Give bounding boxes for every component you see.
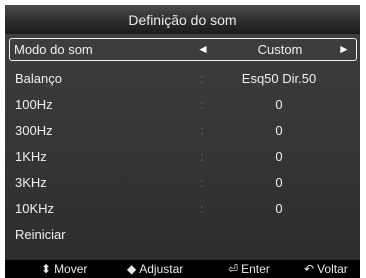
eq-100hz-value: 0	[275, 97, 283, 112]
hint-back: ↶ Voltar	[304, 262, 348, 276]
eq-100hz-label: 100Hz	[15, 97, 53, 112]
sound-settings-menu: Definição do som Modo do som ◄ Custom ► …	[5, 5, 360, 278]
balance-row[interactable]: Balanço : Esq50 Dir.50	[9, 67, 357, 90]
balance-value: Esq50 Dir.50	[241, 71, 317, 86]
eq-1khz-label: 1KHz	[15, 149, 47, 164]
eq-3khz-value: 0	[275, 175, 283, 190]
hint-enter: ⏎ Enter	[228, 262, 270, 276]
hint-adjust-label: Adjustar	[139, 262, 184, 276]
separator: :	[200, 149, 204, 164]
hint-enter-label: Enter	[241, 262, 270, 276]
reset-row[interactable]: Reiniciar	[9, 223, 357, 246]
sound-mode-value: Custom	[257, 42, 303, 57]
eq-100hz-row[interactable]: 100Hz : 0	[9, 93, 357, 116]
eq-10khz-value: 0	[275, 201, 283, 216]
eq-300hz-row[interactable]: 300Hz : 0	[9, 119, 357, 142]
eq-3khz-row[interactable]: 3KHz : 0	[9, 171, 357, 194]
hint-move-label: Mover	[54, 262, 88, 276]
enter-icon: ⏎	[228, 262, 239, 276]
sound-mode-row[interactable]: Modo do som ◄ Custom ►	[9, 38, 357, 61]
separator: :	[200, 97, 204, 112]
separator: :	[200, 175, 204, 190]
eq-10khz-label: 10KHz	[15, 201, 55, 216]
menu-title: Definição do som	[128, 11, 237, 28]
separator: :	[200, 71, 204, 86]
button-guide-bar: ⬍ Mover ◆ Adjustar ⏎ Enter ↶ Voltar	[5, 260, 360, 278]
eq-300hz-label: 300Hz	[15, 123, 53, 138]
eq-3khz-label: 3KHz	[15, 175, 47, 190]
arrow-left-icon[interactable]: ◄	[197, 42, 209, 56]
menu-panel: Modo do som ◄ Custom ► Balanço : Esq50 D…	[5, 34, 360, 260]
left-right-arrows-icon: ◆	[127, 262, 137, 276]
separator: :	[200, 123, 204, 138]
menu-title-bar: Definição do som	[5, 5, 360, 34]
return-icon: ↶	[304, 262, 315, 276]
eq-1khz-value: 0	[275, 149, 283, 164]
up-down-arrows-icon: ⬍	[41, 262, 52, 276]
reset-label: Reiniciar	[15, 227, 66, 242]
eq-300hz-value: 0	[275, 123, 283, 138]
hint-back-label: Voltar	[317, 262, 348, 276]
eq-1khz-row[interactable]: 1KHz : 0	[9, 145, 357, 168]
eq-10khz-row[interactable]: 10KHz : 0	[9, 197, 357, 220]
hint-move: ⬍ Mover	[41, 262, 87, 276]
sound-mode-label: Modo do som	[14, 42, 93, 57]
balance-label: Balanço	[15, 71, 62, 86]
separator: :	[200, 201, 204, 216]
hint-adjust: ◆ Adjustar	[127, 262, 183, 276]
arrow-right-icon[interactable]: ►	[338, 42, 350, 56]
